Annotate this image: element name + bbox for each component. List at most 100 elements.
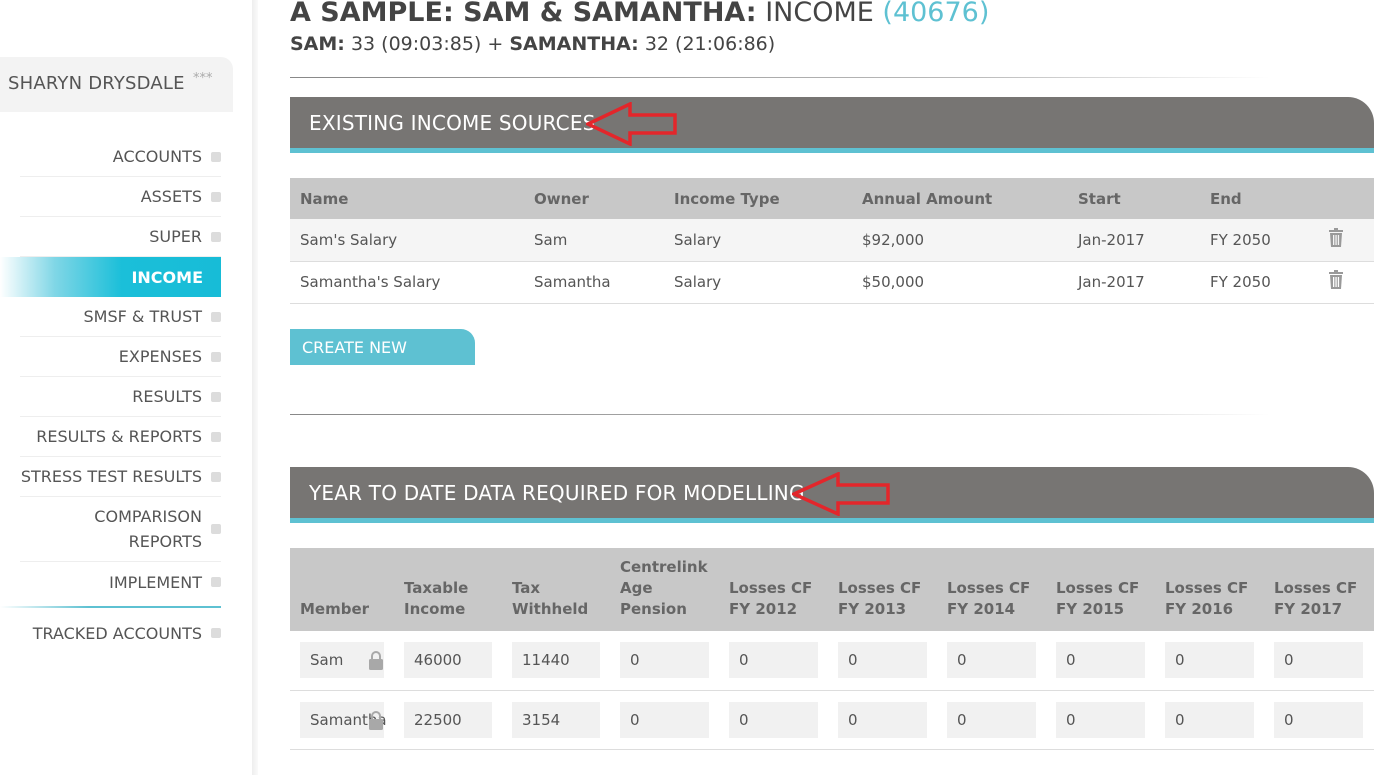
losses-2014-input[interactable]: 0 [947, 701, 1036, 738]
square-icon [211, 391, 221, 402]
sidebar-item-accounts[interactable]: ACCOUNTS [20, 137, 221, 177]
sidebar-nav: ACCOUNTS ASSETS SUPER INCOME SMSF & TRUS… [0, 137, 221, 658]
losses-2013-input[interactable]: 0 [838, 701, 927, 738]
sidebar-item-label: ASSETS [140, 187, 202, 206]
sidebar-item-assets[interactable]: ASSETS [20, 177, 221, 217]
user-rating-stars: *** [193, 71, 213, 86]
section-title: EXISTING INCOME SOURCES [309, 111, 596, 135]
column-header-start[interactable]: Start [1068, 178, 1200, 219]
column-header-losses-2012[interactable]: Losses CF FY 2012 [719, 548, 828, 631]
sidebar-item-label: SUPER [149, 227, 202, 246]
losses-2012-input[interactable]: 0 [729, 701, 818, 738]
section-header-income: EXISTING INCOME SOURCES [290, 97, 1374, 153]
column-header-line: Losses CF [947, 579, 1031, 597]
sidebar-item-label: TRACKED ACCOUNTS [32, 623, 202, 643]
cell-name[interactable]: Sam's Salary [290, 219, 524, 262]
divider [290, 77, 1270, 78]
section-header-ytd: YEAR TO DATE DATA REQUIRED FOR MODELLING [290, 467, 1374, 523]
table-row[interactable]: Sam's Salary Sam Salary $92,000 Jan-2017… [290, 219, 1374, 262]
column-header-annual-amount[interactable]: Annual Amount [852, 178, 1068, 219]
cell-annual-amount: $92,000 [852, 219, 1068, 262]
taxable-income-input[interactable]: 22500 [404, 701, 492, 738]
column-header-losses-2017[interactable]: Losses CF FY 2017 [1264, 548, 1374, 631]
sidebar-item-expenses[interactable]: EXPENSES [20, 337, 221, 377]
column-header-line: FY 2017 [1274, 600, 1343, 618]
square-icon [211, 311, 221, 322]
losses-2015-input[interactable]: 0 [1056, 701, 1145, 738]
column-header-name[interactable]: Name [290, 178, 524, 219]
column-header-losses-2016[interactable]: Losses CF FY 2016 [1155, 548, 1264, 631]
column-header-losses-2013[interactable]: Losses CF FY 2013 [828, 548, 937, 631]
sidebar-item-stress-test-results[interactable]: STRESS TEST RESULTS [20, 457, 221, 497]
age-pension-input[interactable]: 0 [620, 642, 709, 679]
column-header-line: Taxable [404, 579, 469, 597]
age-pension-input[interactable]: 0 [620, 701, 709, 738]
member-name: Sam [310, 651, 344, 670]
sidebar-item-label: COMPARISON REPORTS [94, 504, 202, 554]
sidebar: SHARYN DRYSDALE *** ACCOUNTS ASSETS SUPE… [0, 0, 252, 775]
cell-actions [1318, 219, 1374, 262]
sidebar-item-smsf-trust[interactable]: SMSF & TRUST [20, 297, 221, 337]
column-header-line: Withheld [512, 600, 589, 618]
losses-2017-input[interactable]: 0 [1274, 701, 1363, 738]
column-header-income-type[interactable]: Income Type [664, 178, 852, 219]
lock-icon [369, 710, 383, 730]
column-header-line: Pension [620, 600, 687, 618]
sidebar-item-results[interactable]: RESULTS [20, 377, 221, 417]
square-icon [211, 628, 221, 638]
column-header-line: Income [404, 600, 466, 618]
sidebar-item-label-line2: REPORTS [128, 532, 202, 551]
subtitle-samantha-value: 32 (21:06:86) [644, 33, 776, 55]
sidebar-item-income[interactable]: INCOME [0, 257, 221, 297]
sidebar-item-implement[interactable]: IMPLEMENT [20, 562, 221, 602]
create-new-income-button[interactable]: CREATE NEW INCOME [290, 329, 475, 395]
trash-icon[interactable] [1328, 227, 1344, 248]
column-header-owner[interactable]: Owner [524, 178, 664, 219]
losses-2017-input[interactable]: 0 [1274, 642, 1363, 679]
user-box[interactable]: SHARYN DRYSDALE *** [0, 57, 233, 112]
cell-name[interactable]: Samantha's Salary [290, 261, 524, 304]
ytd-table: Member Taxable Income Tax Withheld Centrel… [290, 548, 1374, 750]
losses-2016-input[interactable]: 0 [1165, 701, 1254, 738]
trash-icon[interactable] [1328, 270, 1344, 290]
sidebar-item-results-reports[interactable]: RESULTS & REPORTS [20, 417, 221, 457]
sidebar-item-label: RESULTS & REPORTS [36, 427, 202, 446]
sidebar-item-label: STRESS TEST RESULTS [20, 467, 202, 486]
square-icon [211, 231, 221, 242]
column-header-centrelink-age-pension[interactable]: Centrelink Age Pension [610, 548, 719, 631]
losses-2012-input[interactable]: 0 [729, 642, 818, 679]
column-header-losses-2015[interactable]: Losses CF FY 2015 [1046, 548, 1155, 631]
column-header-end[interactable]: End [1200, 178, 1318, 219]
cell-start: Jan-2017 [1068, 219, 1200, 262]
column-header-line: FY 2015 [1056, 600, 1125, 618]
column-header-member[interactable]: Member [290, 548, 394, 631]
column-header-tax-withheld[interactable]: Tax Withheld [502, 548, 610, 631]
table-row: Samantha 22500 3154 0 0 0 0 0 0 0 [290, 690, 1374, 750]
income-table: Name Owner Income Type Annual Amount Sta… [290, 178, 1374, 304]
column-header-actions [1318, 178, 1374, 219]
square-icon [211, 191, 221, 202]
column-header-taxable-income[interactable]: Taxable Income [394, 548, 502, 631]
column-header-line: FY 2013 [838, 600, 907, 618]
tax-withheld-input[interactable]: 3154 [512, 701, 600, 738]
losses-2016-input[interactable]: 0 [1165, 642, 1254, 679]
sidebar-item-tracked-accounts[interactable]: TRACKED ACCOUNTS [20, 608, 221, 658]
sidebar-item-label: SMSF & TRUST [83, 307, 203, 326]
table-row[interactable]: Samantha's Salary Samantha Salary $50,00… [290, 261, 1374, 304]
losses-2015-input[interactable]: 0 [1056, 642, 1145, 679]
page-title: A SAMPLE: SAM & SAMANTHA: INCOME (40676) [290, 0, 989, 28]
column-header-line: Tax [512, 579, 541, 597]
square-icon [211, 577, 221, 587]
sidebar-item-super[interactable]: SUPER [20, 217, 221, 257]
column-header-line: Losses CF [729, 579, 813, 597]
square-icon [211, 351, 221, 362]
taxable-income-input[interactable]: 46000 [404, 642, 492, 679]
losses-2014-input[interactable]: 0 [947, 642, 1036, 679]
cell-start: Jan-2017 [1068, 261, 1200, 304]
table-row: Sam 46000 11440 0 0 0 0 0 0 0 [290, 631, 1374, 691]
sidebar-item-comparison-reports[interactable]: COMPARISON REPORTS [20, 497, 221, 562]
column-header-losses-2014[interactable]: Losses CF FY 2014 [937, 548, 1046, 631]
tax-withheld-input[interactable]: 11440 [512, 642, 600, 679]
sidebar-item-label: INCOME [131, 267, 203, 287]
losses-2013-input[interactable]: 0 [838, 642, 927, 679]
